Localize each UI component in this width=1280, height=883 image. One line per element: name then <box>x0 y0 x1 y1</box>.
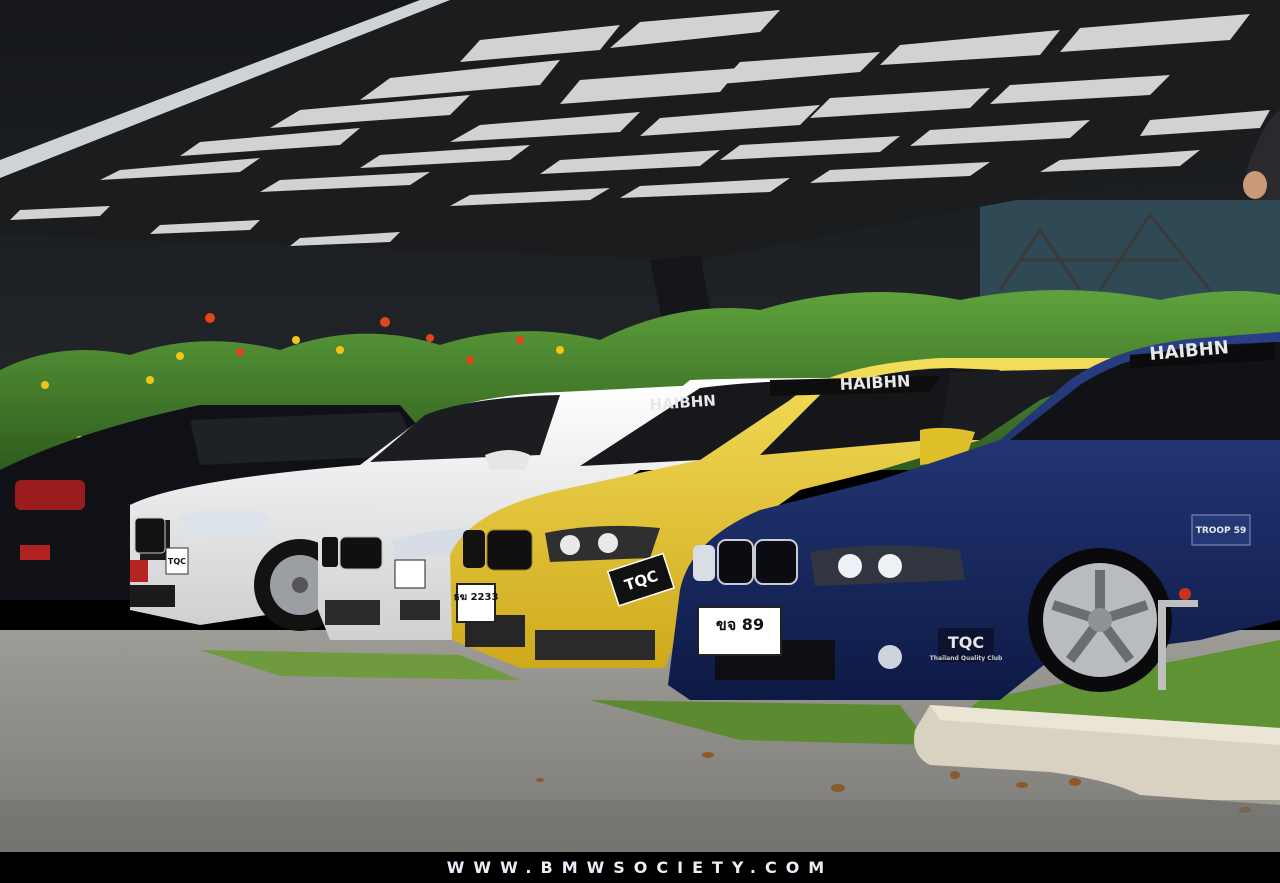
watermark-text: WWW.BMWSOCIETY.COM <box>446 858 834 877</box>
windshield-sticker-yellow: HAIBHN <box>839 371 911 394</box>
svg-text:TQC: TQC <box>948 633 984 652</box>
svg-text:Thailand Quality Club: Thailand Quality Club <box>930 655 1003 662</box>
tqc-sticker-white: TQC <box>165 547 189 575</box>
license-plate-yellow: ธฆ 2233 <box>454 583 499 623</box>
watermark-bar: WWW.BMWSOCIETY.COM <box>0 852 1280 883</box>
svg-text:TQC: TQC <box>168 557 186 566</box>
tqc-sticker-blue: TQC Thailand Quality Club <box>930 628 1003 662</box>
road-shadow <box>0 800 1280 852</box>
svg-text:ธฆ 2233: ธฆ 2233 <box>454 592 499 603</box>
person-hand <box>1243 171 1267 199</box>
photo-frame: HAIBHN HAIBHN HAIBHN ธฆ 2233 ขจ 89 TQC T… <box>0 0 1280 883</box>
carpark-photo: HAIBHN HAIBHN HAIBHN ธฆ 2233 ขจ 89 TQC T… <box>0 0 1280 852</box>
license-plate-blue: ขจ 89 <box>697 606 782 656</box>
troop-sticker: TROOP 59 <box>1191 514 1251 546</box>
svg-text:TROOP 59: TROOP 59 <box>1196 526 1247 536</box>
svg-text:ขจ 89: ขจ 89 <box>716 615 764 634</box>
